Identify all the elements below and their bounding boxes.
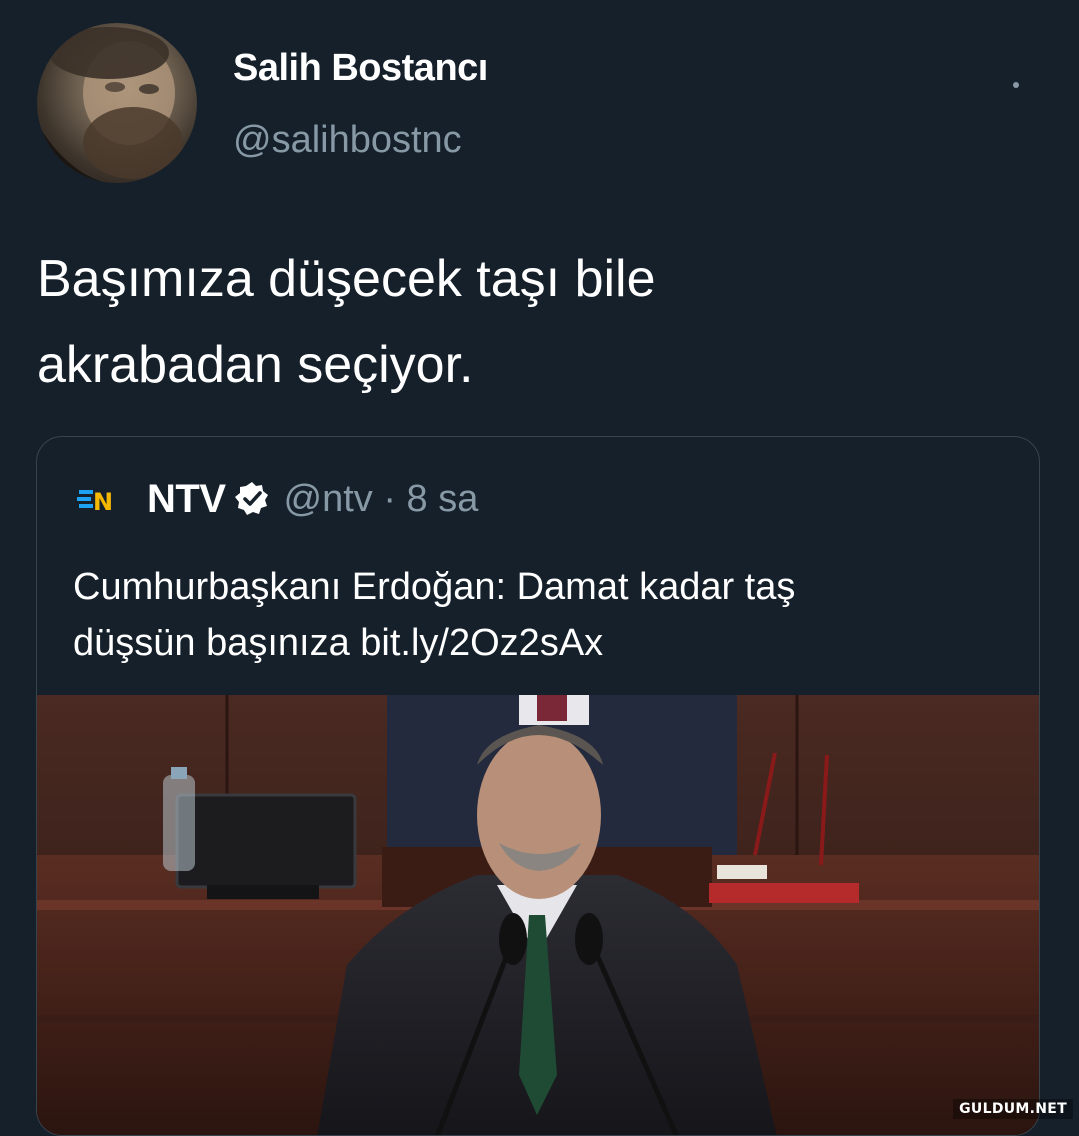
speaker-photo (37, 695, 1039, 1135)
verified-badge-icon (234, 482, 268, 515)
author-display-name[interactable]: Salih Bostancı (233, 47, 488, 90)
svg-text:N: N (93, 488, 113, 516)
tweet-text: Başımıza düşecek taşı bile akrabadan seç… (37, 236, 997, 408)
more-options-icon[interactable] (1013, 82, 1019, 88)
quoted-text-line[interactable]: düşsün başınıza bit.ly/2Oz2sAx (73, 615, 993, 671)
quoted-tweet-header: N NTV @ntv · 8 sa (77, 477, 478, 521)
tweet-text-line: Başımıza düşecek taşı bile (37, 250, 656, 308)
quoted-text-line: Cumhurbaşkanı Erdoğan: Damat kadar taş (73, 566, 796, 608)
ntv-logo-icon: N (77, 488, 113, 516)
quoted-tweet-card[interactable]: N NTV @ntv · 8 sa Cumhurbaşkanı Erdoğan:… (36, 436, 1040, 1136)
quoted-tweet-text: Cumhurbaşkanı Erdoğan: Damat kadar taş d… (73, 559, 993, 671)
tweet-text-line: akrabadan seçiyor. (37, 336, 474, 394)
quoted-tweet-photo[interactable] (37, 695, 1039, 1135)
author-handle[interactable]: @salihbostnc (233, 119, 462, 162)
avatar-photo (37, 27, 183, 183)
avatar[interactable] (37, 23, 197, 183)
quoted-account-name[interactable]: NTV (147, 477, 226, 522)
quoted-handle-time: @ntv · 8 sa (283, 477, 479, 520)
watermark: GULDUM.NET (953, 1099, 1073, 1119)
